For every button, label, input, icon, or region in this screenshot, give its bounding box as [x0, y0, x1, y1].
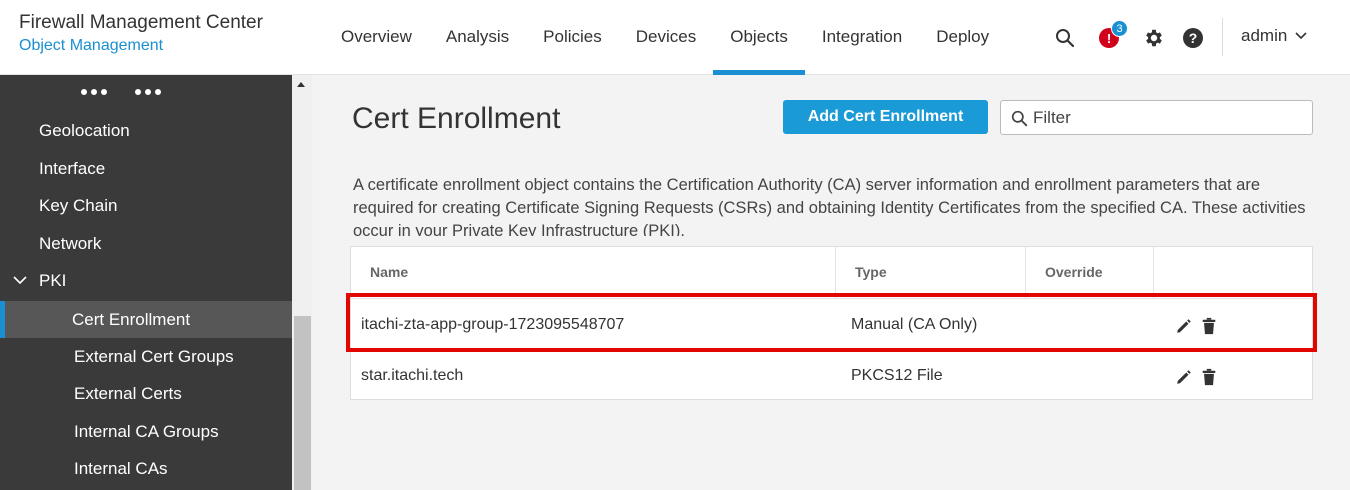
nav-devices[interactable]: Devices: [619, 0, 713, 75]
more-icon: [81, 89, 161, 95]
nav-policies[interactable]: Policies: [526, 0, 619, 75]
column-header-type[interactable]: Type: [836, 247, 1026, 298]
app-title: Firewall Management Center: [19, 12, 263, 33]
nav-analysis[interactable]: Analysis: [429, 0, 526, 75]
scroll-up-arrow-icon[interactable]: [297, 82, 305, 87]
trash-icon[interactable]: [1200, 367, 1218, 387]
column-header-override[interactable]: Override: [1026, 247, 1154, 298]
top-header: Firewall Management Center Object Manage…: [0, 0, 1350, 75]
chevron-down-icon: [1295, 32, 1307, 40]
add-cert-enrollment-button[interactable]: Add Cert Enrollment: [783, 100, 988, 134]
row-type: PKCS12 File: [851, 367, 943, 384]
pencil-icon[interactable]: [1175, 367, 1193, 387]
sidebar-item-internal-ca-groups[interactable]: Internal CA Groups: [0, 413, 292, 450]
chevron-down-icon: [13, 262, 27, 299]
nav-overview[interactable]: Overview: [324, 0, 429, 75]
nav-deploy[interactable]: Deploy: [919, 0, 1006, 75]
column-header-actions: [1154, 247, 1312, 298]
sidebar-item-external-cert-groups[interactable]: External Cert Groups: [0, 338, 292, 375]
page-description: A certificate enrollment object contains…: [353, 176, 1306, 236]
main-nav: Overview Analysis Policies Devices Objec…: [324, 0, 1006, 75]
table-row[interactable]: star.itachi.tech PKCS12 File: [351, 349, 1312, 400]
nav-integration[interactable]: Integration: [805, 0, 919, 75]
sidebar-item-network[interactable]: Network: [0, 225, 292, 262]
sidebar-item-internal-cas[interactable]: Internal CAs: [0, 450, 292, 487]
user-name: admin: [1241, 26, 1288, 45]
breadcrumb[interactable]: Object Management: [19, 34, 263, 58]
filter-field[interactable]: [1000, 100, 1313, 135]
row-name: star.itachi.tech: [361, 367, 464, 384]
question-mark-icon: ?: [1183, 28, 1203, 48]
brand: Firewall Management Center Object Manage…: [19, 12, 263, 58]
help-icon[interactable]: ?: [1181, 26, 1205, 50]
search-icon: [1011, 110, 1028, 127]
gear-icon[interactable]: [1142, 26, 1166, 50]
header-divider: [1222, 18, 1223, 56]
sidebar: Geolocation Interface Key Chain Network …: [0, 75, 292, 490]
search-icon[interactable]: [1053, 26, 1077, 50]
scrollbar-thumb[interactable]: [294, 316, 311, 490]
sidebar-item-label: PKI: [39, 271, 67, 290]
user-menu[interactable]: admin: [1241, 26, 1307, 46]
column-header-name[interactable]: Name: [351, 247, 836, 298]
sidebar-item-cert-enrollment[interactable]: Cert Enrollment: [0, 301, 292, 338]
sidebar-item-external-certs[interactable]: External Certs: [0, 375, 292, 412]
highlight-box: [346, 293, 1317, 352]
page-title: Cert Enrollment: [352, 102, 561, 135]
sidebar-item-pki[interactable]: PKI: [0, 262, 292, 299]
sidebar-item-interface[interactable]: Interface: [0, 150, 292, 187]
nav-objects[interactable]: Objects: [713, 0, 805, 75]
filter-input[interactable]: [1033, 105, 1303, 130]
sidebar-item-key-chain[interactable]: Key Chain: [0, 187, 292, 224]
sidebar-item-geolocation[interactable]: Geolocation: [0, 112, 292, 149]
notification-count-badge: 3: [1111, 20, 1128, 37]
